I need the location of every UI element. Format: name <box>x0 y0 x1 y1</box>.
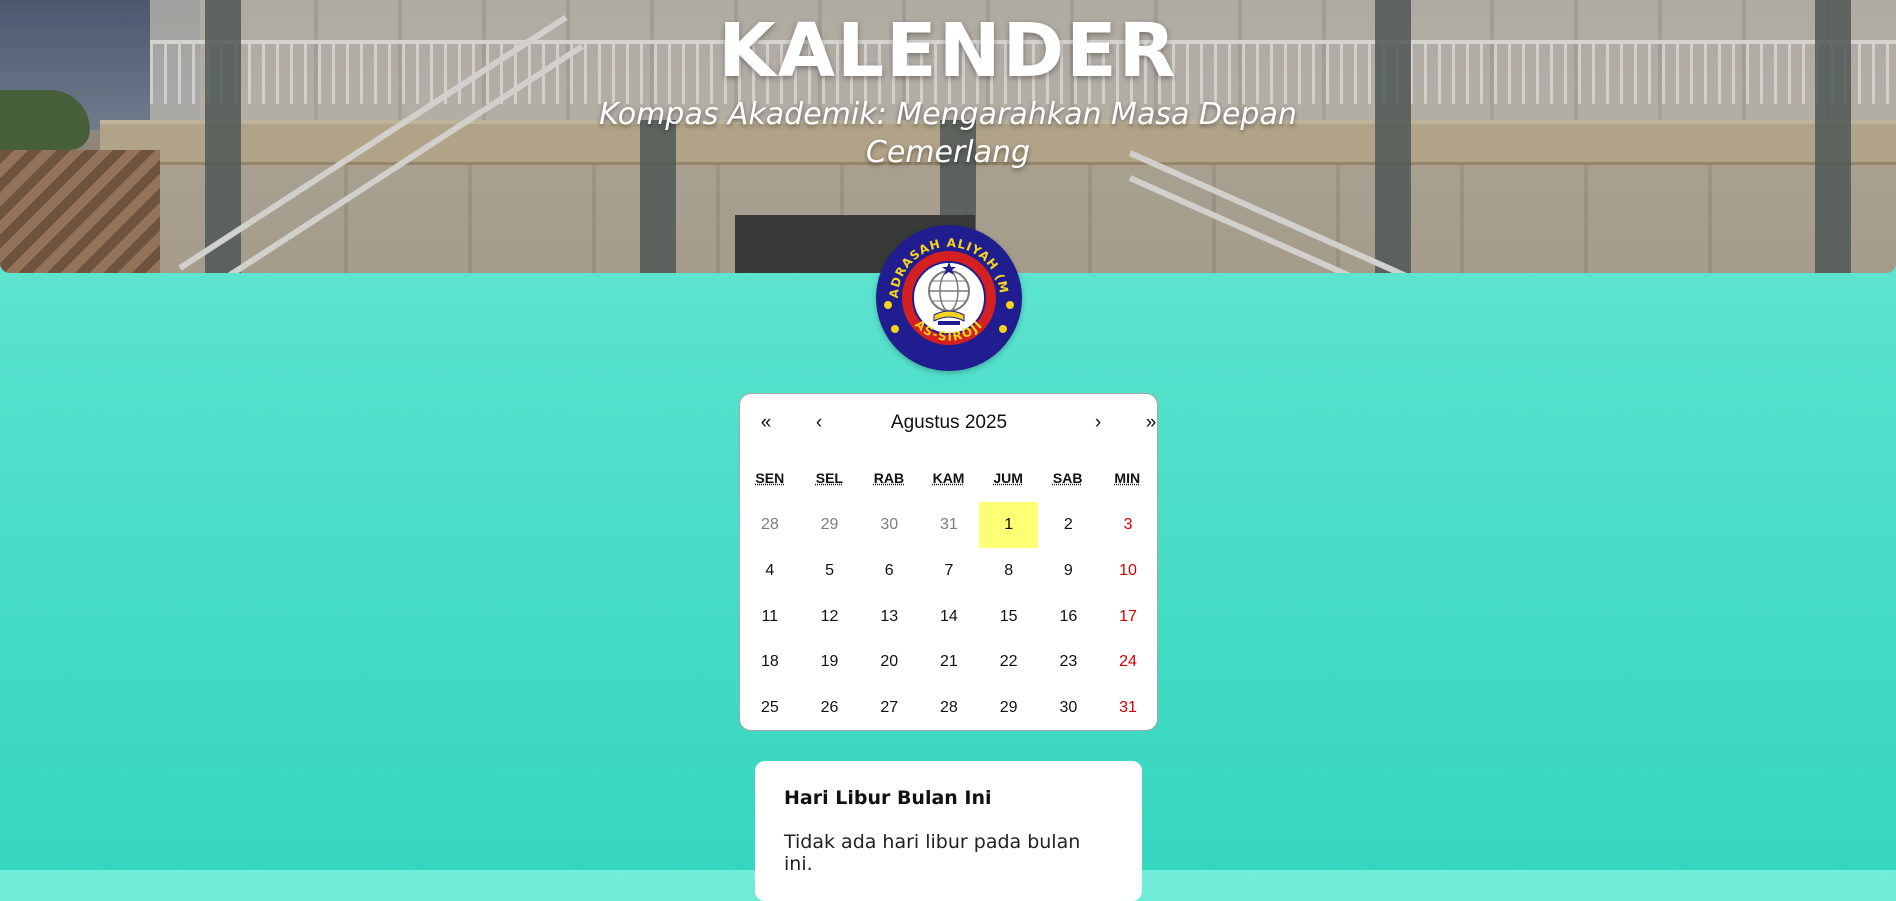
calendar-day[interactable]: 1 <box>979 502 1039 548</box>
calendar-day[interactable]: 11 <box>740 594 800 640</box>
calendar-day[interactable]: 19 <box>800 639 860 685</box>
school-logo: MADRASAH ALIYAH (MA) AS-SIROJI <box>876 225 1022 371</box>
calendar-day[interactable]: 29 <box>979 685 1039 731</box>
calendar-day[interactable]: 31 <box>919 502 979 548</box>
weekday-label: SAB <box>1038 470 1098 486</box>
weekday-header: SEN SEL RAB KAM JUM SAB MIN <box>740 470 1157 486</box>
prev-month-button[interactable]: ‹ <box>799 408 839 438</box>
calendar-day[interactable]: 21 <box>919 639 979 685</box>
calendar-day[interactable]: 20 <box>859 639 919 685</box>
calendar-day[interactable]: 30 <box>1039 685 1099 731</box>
calendar-day[interactable]: 28 <box>740 502 800 548</box>
calendar-day[interactable]: 10 <box>1098 548 1158 594</box>
calendar-day[interactable]: 14 <box>919 594 979 640</box>
weekday-label: SEL <box>800 470 860 486</box>
holiday-card-title: Hari Libur Bulan Ini <box>784 787 1113 809</box>
calendar-day[interactable]: 9 <box>1039 548 1099 594</box>
prev-year-button[interactable]: « <box>746 408 786 438</box>
holiday-card-message: Tidak ada hari libur pada bulan ini. <box>784 831 1113 875</box>
calendar-day[interactable]: 3 <box>1098 502 1158 548</box>
page-title: KALENDER <box>0 8 1896 94</box>
calendar-widget: « ‹ Agustus 2025 › » SEN SEL RAB KAM JUM… <box>739 393 1158 731</box>
next-year-button[interactable]: » <box>1131 408 1171 438</box>
calendar-day[interactable]: 26 <box>800 685 860 731</box>
calendar-day[interactable]: 30 <box>859 502 919 548</box>
weekday-label: RAB <box>859 470 919 486</box>
calendar-navigation: « ‹ Agustus 2025 › » <box>740 394 1157 450</box>
calendar-month-label[interactable]: Agustus 2025 <box>860 408 1038 438</box>
calendar-day[interactable]: 6 <box>859 548 919 594</box>
calendar-day[interactable]: 4 <box>740 548 800 594</box>
weekday-label: SEN <box>740 470 800 486</box>
calendar-day[interactable]: 2 <box>1039 502 1099 548</box>
calendar-day[interactable]: 23 <box>1039 639 1099 685</box>
calendar-day[interactable]: 17 <box>1098 594 1158 640</box>
calendar-day[interactable]: 28 <box>919 685 979 731</box>
calendar-day[interactable]: 5 <box>800 548 860 594</box>
next-month-button[interactable]: › <box>1078 408 1118 438</box>
calendar-day[interactable]: 31 <box>1098 685 1158 731</box>
weekday-label: KAM <box>919 470 979 486</box>
calendar-day[interactable]: 22 <box>979 639 1039 685</box>
calendar-day[interactable]: 7 <box>919 548 979 594</box>
weekday-label: JUM <box>978 470 1038 486</box>
calendar-day[interactable]: 13 <box>859 594 919 640</box>
calendar-day[interactable]: 24 <box>1098 639 1158 685</box>
calendar-day[interactable]: 16 <box>1039 594 1099 640</box>
calendar-day[interactable]: 12 <box>800 594 860 640</box>
calendar-day[interactable]: 29 <box>800 502 860 548</box>
page-subtitle: Kompas Akademik: Mengarahkan Masa Depan … <box>583 96 1313 172</box>
calendar-day[interactable]: 25 <box>740 685 800 731</box>
holiday-card: Hari Libur Bulan Ini Tidak ada hari libu… <box>755 761 1142 901</box>
calendar-day[interactable]: 18 <box>740 639 800 685</box>
calendar-day[interactable]: 27 <box>859 685 919 731</box>
calendar-day[interactable]: 8 <box>979 548 1039 594</box>
weekday-label: MIN <box>1097 470 1157 486</box>
calendar-day[interactable]: 15 <box>979 594 1039 640</box>
